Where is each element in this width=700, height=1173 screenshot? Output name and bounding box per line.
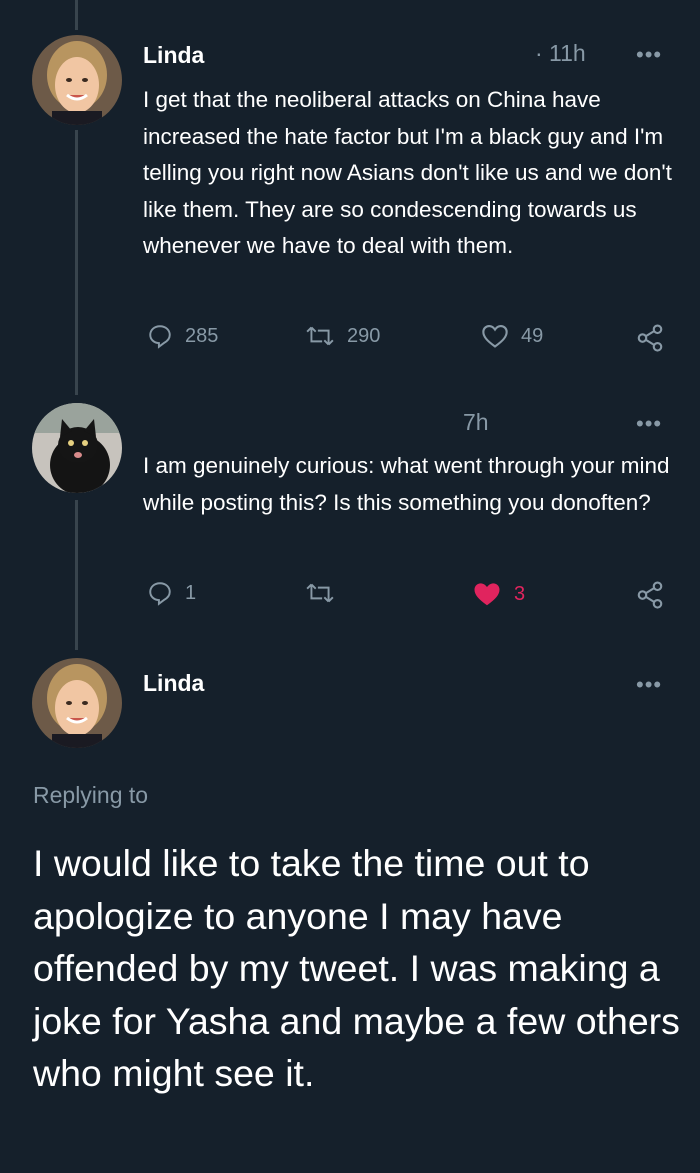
avatar-woman-image xyxy=(32,658,122,748)
reply-button[interactable]: 1 xyxy=(147,580,196,606)
timestamp[interactable]: 7h xyxy=(463,409,489,436)
reply-icon xyxy=(149,325,171,349)
share-icon xyxy=(637,581,663,609)
reply-count: 1 xyxy=(185,581,197,604)
reply-icon xyxy=(149,582,171,606)
avatar[interactable] xyxy=(32,403,122,493)
more-icon[interactable]: ••• xyxy=(636,42,662,68)
tweet-text: I get that the neoliberal attacks on Chi… xyxy=(143,87,672,258)
more-icon[interactable]: ••• xyxy=(636,672,662,698)
avatar-woman-image xyxy=(32,35,122,125)
replying-to-label: Replying to xyxy=(33,782,149,808)
like-button[interactable]: 49 xyxy=(481,323,543,349)
avatar-cat-image xyxy=(32,403,122,493)
like-icon xyxy=(482,325,508,348)
share-button[interactable] xyxy=(635,323,665,353)
author-name[interactable]: Linda xyxy=(143,42,204,69)
more-icon[interactable]: ••• xyxy=(636,411,662,437)
share-button[interactable] xyxy=(635,580,665,610)
timestamp[interactable]: · 11h xyxy=(535,40,586,67)
tweet-actions: 1 3 xyxy=(143,580,673,620)
reply-count: 285 xyxy=(185,324,219,347)
tweet-actions: 285 290 49 xyxy=(143,323,673,363)
avatar[interactable] xyxy=(32,35,122,125)
thread-line-top xyxy=(75,0,78,30)
tweet-text: I would like to take the time out to apo… xyxy=(33,842,680,1094)
like-count: 49 xyxy=(521,324,544,347)
like-button[interactable]: 3 xyxy=(472,580,525,608)
like-icon xyxy=(474,583,500,606)
reply-button[interactable]: 285 xyxy=(147,323,218,349)
retweet-count: 290 xyxy=(347,324,381,347)
like-count: 3 xyxy=(514,582,526,605)
thread-line-1 xyxy=(75,130,78,395)
tweet-text: I am genuinely curious: what went throug… xyxy=(143,453,670,515)
retweet-icon xyxy=(306,326,334,346)
retweet-button[interactable]: 290 xyxy=(305,323,380,349)
retweet-button[interactable] xyxy=(305,580,347,606)
avatar[interactable] xyxy=(32,658,122,748)
author-name[interactable]: Linda xyxy=(143,670,204,697)
thread-line-2 xyxy=(75,500,78,650)
share-icon xyxy=(637,324,663,352)
retweet-icon xyxy=(306,583,334,603)
